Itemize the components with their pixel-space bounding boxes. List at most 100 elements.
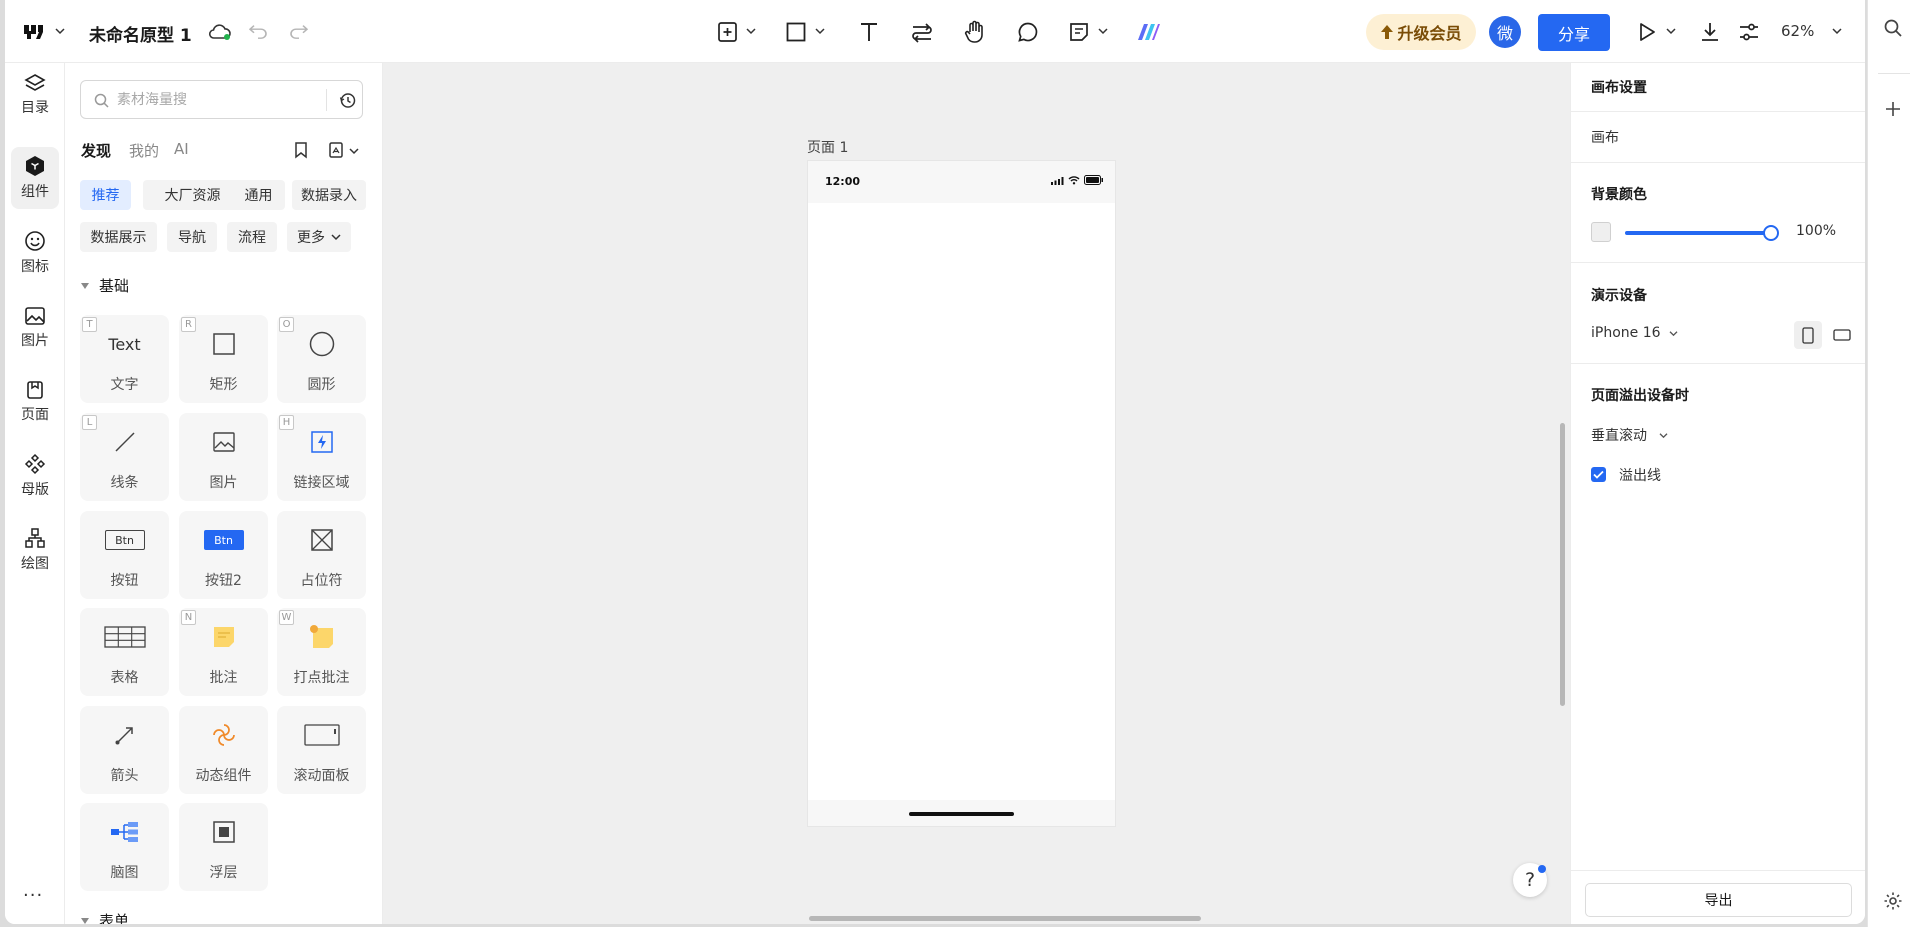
device-landscape-toggle[interactable] [1828,321,1856,349]
component-button-2[interactable]: Btn 按钮2 [179,511,268,599]
user-avatar[interactable]: 微 [1489,16,1521,48]
library-chevron-down-icon[interactable] [349,147,359,155]
chip-recommended[interactable]: 推荐 [80,180,131,210]
cube-icon [26,156,44,176]
bg-color-swatch[interactable] [1591,222,1611,242]
tab-mine[interactable]: 我的 [129,140,159,161]
comment-tool-icon[interactable] [1015,19,1041,45]
page-name-label[interactable]: 页面 1 [807,137,848,157]
logo-chevron-down-icon[interactable] [55,27,65,35]
component-table[interactable]: 表格 [80,608,169,696]
gear-icon[interactable] [1883,891,1903,911]
chip-data-input[interactable]: 数据录入 [292,180,366,210]
add-page-icon[interactable] [715,19,741,45]
home-indicator [909,812,1014,816]
phone-artboard[interactable]: 12:00 [808,161,1115,826]
component-scroll-panel[interactable]: 滚动面板 [277,706,366,794]
chip-navigation[interactable]: 导航 [167,222,217,252]
design-canvas[interactable]: 页面 1 12:00 ? [383,63,1570,924]
component-mindmap[interactable]: 脑图 [80,803,169,891]
tab-ai[interactable]: AI [174,140,189,158]
component-image[interactable]: 图片 [179,413,268,501]
component-arrow[interactable]: 箭头 [80,706,169,794]
connector-tool-icon[interactable] [909,19,935,45]
add-chevron-down-icon[interactable] [746,27,756,35]
document-title[interactable]: 未命名原型 1 [89,21,192,46]
chip-flow[interactable]: 流程 [227,222,277,252]
nav-item-pages[interactable]: 页面 [11,371,59,433]
play-chevron-down-icon[interactable] [1666,27,1676,35]
upgrade-membership-button[interactable]: 升级会员 [1366,14,1476,50]
sticky-note-tool-icon[interactable] [1066,19,1092,45]
note-chevron-down-icon[interactable] [1098,27,1108,35]
component-annotation[interactable]: N 批注 [179,608,268,696]
component-text[interactable]: T Text 文字 [80,315,169,403]
undo-icon[interactable] [246,19,272,45]
bookmark-icon[interactable] [294,141,308,159]
battery-icon [1084,175,1103,185]
app-root: 未命名原型 1 升级会员 微 分享 62% 目录 组件 图标 图片 页面 母版 … [0,0,1919,927]
device-select[interactable]: iPhone 16 [1591,325,1678,341]
chip-data-display[interactable]: 数据展示 [80,222,157,252]
shape-chevron-down-icon[interactable] [815,27,825,35]
search-input[interactable] [117,89,317,111]
more-options-icon[interactable]: ··· [23,885,43,906]
section-form-header[interactable]: 表单 [81,910,129,924]
share-button[interactable]: 分享 [1538,14,1610,51]
zoom-level[interactable]: 62% [1781,22,1814,40]
component-button[interactable]: Btn 按钮 [80,511,169,599]
device-portrait-toggle[interactable] [1794,321,1822,349]
device-name: iPhone 16 [1591,325,1661,341]
divider [1571,262,1865,263]
nav-item-images[interactable]: 图片 [11,297,59,359]
opacity-slider-track[interactable] [1625,231,1771,235]
chip-more[interactable]: 更多 [287,222,351,252]
nav-item-drawing[interactable]: 绘图 [11,519,59,581]
canvas-settings-title: 画布设置 [1591,80,1647,96]
nav-item-outline[interactable]: 目录 [11,64,59,126]
play-preview-icon[interactable] [1634,19,1660,45]
scroll-mode-select[interactable]: 垂直滚动 [1591,425,1668,445]
component-pin-annotation[interactable]: W 打点批注 [277,608,366,696]
nav-item-masters[interactable]: 母版 [11,445,59,507]
export-button[interactable]: 导出 [1585,883,1852,917]
component-line[interactable]: L 线条 [80,413,169,501]
zoom-chevron-down-icon[interactable] [1832,27,1842,35]
library-icon[interactable] [328,141,344,159]
component-link-area[interactable]: H 链接区域 [277,413,366,501]
cloud-sync-icon[interactable] [207,19,233,45]
component-placeholder[interactable]: 占位符 [277,511,366,599]
nav-item-icons[interactable]: 图标 [11,222,59,284]
redo-icon[interactable] [285,19,311,45]
plus-icon[interactable] [1884,100,1902,118]
left-nav-rail: 目录 组件 图标 图片 页面 母版 绘图 ··· [5,63,65,924]
tab-discover[interactable]: 发现 [81,140,111,161]
horizontal-scrollbar[interactable] [809,916,1201,921]
cellular-signal-icon [1051,177,1064,185]
settings-sliders-icon[interactable] [1736,19,1762,45]
component-overlay[interactable]: 浮层 [179,803,268,891]
vertical-scrollbar[interactable] [1560,423,1565,706]
app-logo-icon[interactable] [21,19,47,45]
component-label: 占位符 [300,573,343,589]
chip-big-tech[interactable]: 大厂资源 [143,180,242,210]
chip-general[interactable]: 通用 [232,180,285,210]
component-rectangle[interactable]: R 矩形 [179,315,268,403]
overflow-line-checkbox[interactable] [1591,467,1606,482]
ai-logo-icon[interactable] [1136,19,1162,45]
section-basic-header[interactable]: 基础 [81,275,129,296]
opacity-value[interactable]: 100% [1796,223,1836,239]
rectangle-tool-icon[interactable] [783,19,809,45]
history-icon[interactable] [339,92,356,109]
component-circle[interactable]: O 圆形 [277,315,366,403]
annotation-note-icon [179,622,268,652]
component-dynamic[interactable]: 动态组件 [179,706,268,794]
text-tool-icon[interactable] [856,19,882,45]
overflow-line-label[interactable]: 溢出线 [1619,465,1661,485]
download-icon[interactable] [1697,19,1723,45]
component-label: 按钮 [110,573,139,589]
opacity-slider-thumb[interactable] [1763,225,1779,241]
global-search-icon[interactable] [1883,18,1903,38]
nav-item-components[interactable]: 组件 [11,147,59,209]
hand-tool-icon[interactable] [962,19,988,45]
